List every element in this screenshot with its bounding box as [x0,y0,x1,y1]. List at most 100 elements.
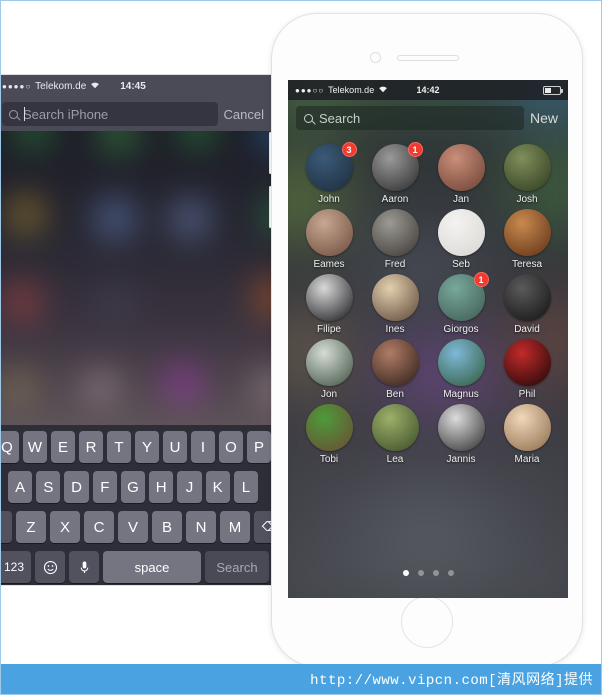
contact-name: Fred [384,259,406,270]
cancel-button[interactable]: Cancel [224,107,264,122]
contact-item[interactable]: 3 John [296,142,362,205]
key-x[interactable]: X [50,511,80,543]
key-u[interactable]: U [163,431,187,463]
contact-item[interactable]: Eames [296,209,362,270]
key-z[interactable]: Z [16,511,46,543]
contact-item[interactable]: Lea [362,404,428,465]
new-button[interactable]: New [530,110,560,126]
backspace-key[interactable]: ⌫ [254,511,272,543]
avatar [503,404,551,451]
key-v[interactable]: V [118,511,148,543]
unread-badge: 3 [341,142,357,157]
contact-item[interactable]: Teresa [494,209,560,270]
contact-item[interactable]: Maria [494,404,560,465]
page-dot[interactable] [447,570,454,576]
contacts-grid: 3 John 1 Aaron Jan Josh Eames Fred Seb Teresa Fili… [288,138,568,465]
search-placeholder: Search iPhone [23,106,109,122]
key-m[interactable]: M [220,511,250,543]
contact-item[interactable]: Phil [494,339,560,400]
unread-badge: 1 [473,272,489,287]
left-status-bar: ●●●●○ Telekom.de 14:45 [1,75,272,97]
key-f[interactable]: F [92,471,117,503]
shift-key[interactable]: ⬆ [1,511,12,543]
key-q[interactable]: Q [1,431,19,463]
emoji-key[interactable] [35,551,65,583]
avatar [305,404,353,451]
page-dot[interactable] [432,570,439,576]
contact-name: Filipe [317,324,341,335]
keyboard-row-2: ASDFGHJKL [1,471,269,503]
carrier-label: Telekom.de [35,80,87,92]
avatar [437,404,485,451]
contact-name: Maria [514,454,540,465]
space-key[interactable]: space [103,551,201,583]
avatar [503,339,551,386]
contact-item[interactable]: Filipe [296,274,362,335]
watermark-text: http://www.vipcn.com[清风网络]提供 [310,673,593,689]
avatar [503,274,551,321]
key-h[interactable]: H [149,471,174,503]
avatar [437,339,485,386]
watermark-bar: http://www.vipcn.com[清风网络]提供 [1,664,601,694]
screenshot-canvas: ●●●●○ Telekom.de 14:45 Search iPhone Can… [0,0,602,695]
contact-item[interactable]: Jan [428,144,494,205]
contact-name: Tobi [319,454,339,465]
contact-item[interactable]: Ines [362,274,428,335]
key-i[interactable]: I [191,431,215,463]
contact-name: Josh [516,194,538,205]
contact-item[interactable]: Fred [362,209,428,270]
key-w[interactable]: W [23,431,47,463]
page-dot[interactable] [402,570,409,576]
contact-item[interactable]: 1 Giorgos [428,272,494,335]
contact-item[interactable]: Ben [362,339,428,400]
key-o[interactable]: O [219,431,243,463]
contact-name: Lea [386,454,404,465]
key-t[interactable]: T [107,431,131,463]
microphone-key[interactable] [69,551,99,583]
contact-item[interactable]: Seb [428,209,494,270]
key-a[interactable]: A [8,471,33,503]
front-camera-icon [370,52,381,63]
volume-down-button[interactable] [269,186,272,228]
contact-item[interactable]: Josh [494,144,560,205]
numbers-key[interactable]: 123 [1,551,31,583]
right-phone-screen: ●●●○○ Telekom.de 14:42 Search New 3 John 1… [288,80,568,598]
avatar [437,144,485,191]
key-k[interactable]: K [205,471,230,503]
contact-name: Phil [518,389,536,400]
contact-name: Teresa [511,259,542,270]
search-input[interactable]: Search iPhone [2,102,218,126]
search-icon [304,113,313,123]
key-r[interactable]: R [79,431,103,463]
contact-item[interactable]: Tobi [296,404,362,465]
left-carrier-group: ●●●●○ Telekom.de [2,81,100,92]
key-p[interactable]: P [247,431,271,463]
key-d[interactable]: D [64,471,89,503]
key-s[interactable]: S [36,471,61,503]
key-l[interactable]: L [233,471,258,503]
volume-up-button[interactable] [269,132,272,174]
key-b[interactable]: B [152,511,182,543]
key-g[interactable]: G [120,471,146,503]
avatar [371,274,419,321]
page-dot[interactable] [417,570,424,576]
contact-item[interactable]: Jon [296,339,362,400]
home-button[interactable] [401,596,453,648]
contact-name: Seb [452,259,470,270]
key-n[interactable]: N [186,511,216,543]
right-clock: 14:42 [416,85,440,95]
contact-name: Magnus [443,389,479,400]
contact-item[interactable]: Magnus [428,339,494,400]
keyboard-search-key[interactable]: Search [205,551,269,583]
contact-name: Jon [320,389,338,400]
onscreen-keyboard: QWERTYUIOP ASDFGHJKL ⬆ZXCVBNM⌫ 123 space… [1,425,272,585]
contact-item[interactable]: Jannis [428,404,494,465]
key-e[interactable]: E [51,431,75,463]
contact-item[interactable]: David [494,274,560,335]
search-input[interactable]: Search [296,106,524,130]
key-j[interactable]: J [177,471,202,503]
key-c[interactable]: C [84,511,114,543]
contact-item[interactable]: 1 Aaron [362,142,428,205]
key-y[interactable]: Y [135,431,159,463]
avatar [371,339,419,386]
